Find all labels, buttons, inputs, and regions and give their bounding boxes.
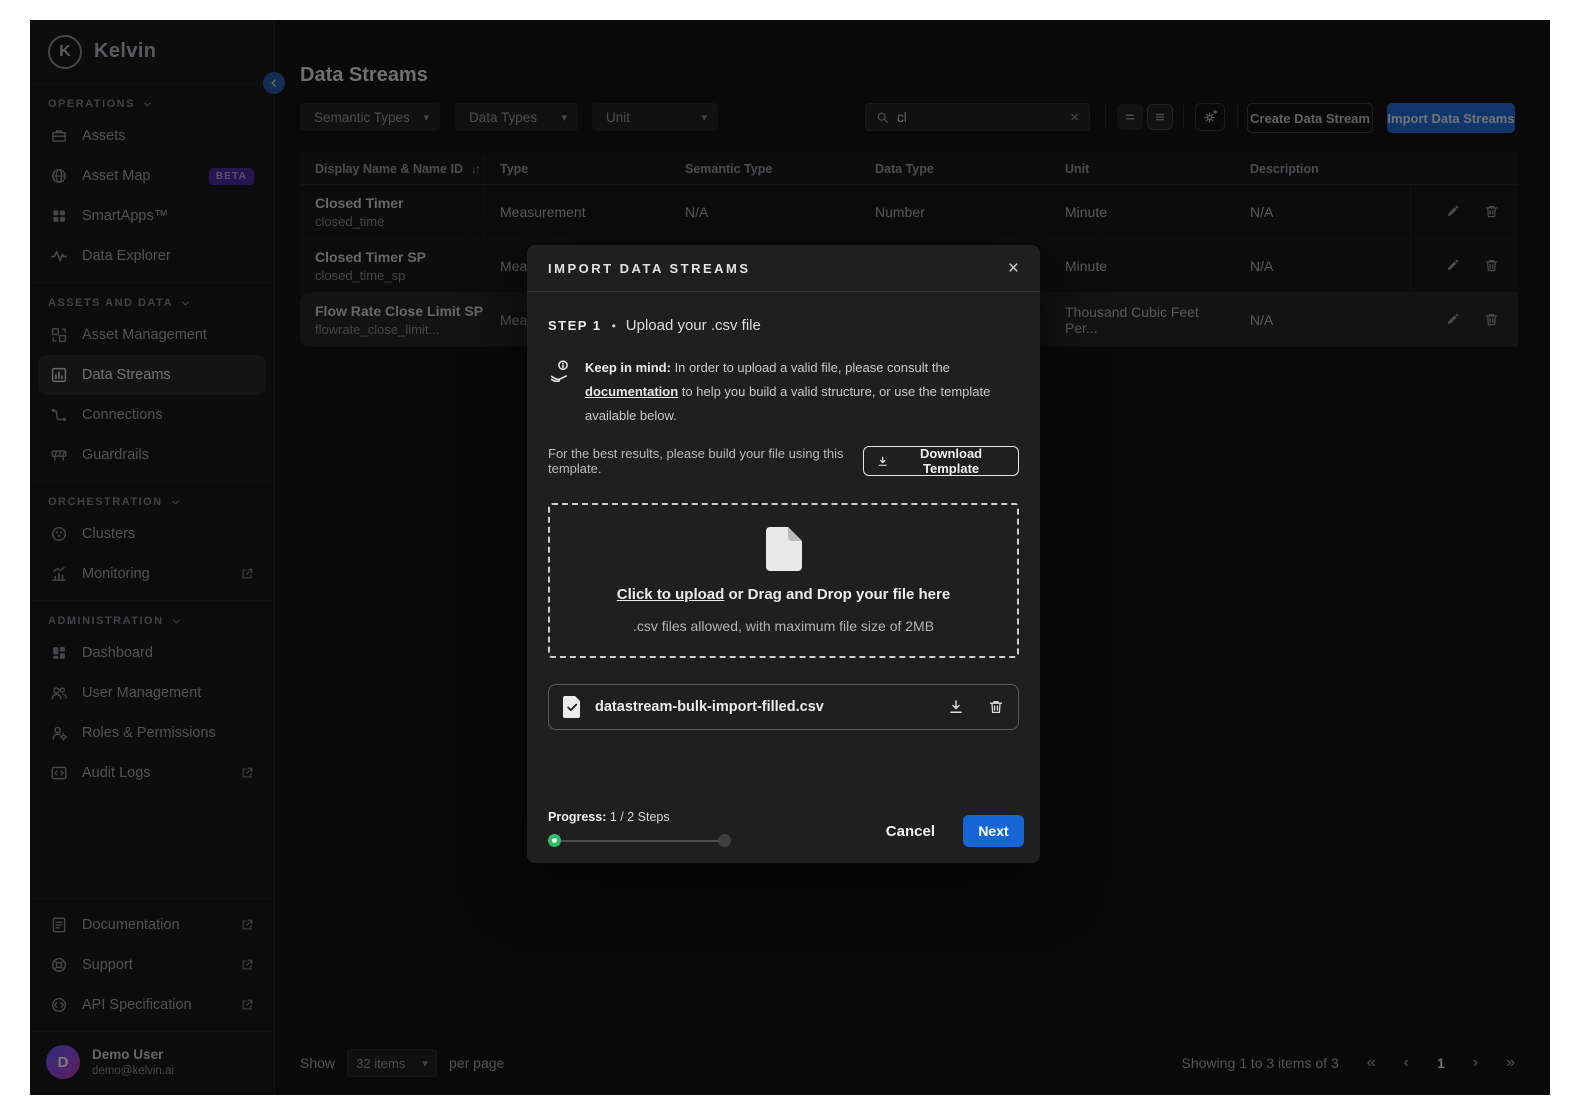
next-button[interactable]: Next	[963, 815, 1024, 847]
app-window: K Kelvin OPERATIONS Assets Asset Map BET…	[30, 20, 1550, 1095]
import-data-streams-modal: IMPORT DATA STREAMS × STEP 1 • Upload yo…	[527, 245, 1040, 863]
modal-title: IMPORT DATA STREAMS	[548, 261, 751, 276]
note-bold: Keep in mind:	[585, 360, 671, 375]
uploaded-file-name: datastream-bulk-import-filled.csv	[595, 699, 824, 715]
download-icon	[877, 455, 889, 468]
cancel-button[interactable]: Cancel	[886, 823, 935, 840]
step-indicator: STEP 1 • Upload your .csv file	[548, 292, 1019, 334]
progress-slider	[548, 834, 733, 847]
template-row: For the best results, please build your …	[548, 446, 1019, 476]
close-icon[interactable]: ×	[1008, 259, 1019, 278]
download-icon	[948, 699, 964, 715]
uploaded-file-card: datastream-bulk-import-filled.csv	[548, 684, 1019, 730]
note-text: In order to upload a valid file, please …	[671, 360, 950, 375]
modal-body: STEP 1 • Upload your .csv file Keep in m…	[527, 292, 1040, 863]
file-icon	[766, 527, 802, 571]
progress-step-next-dot	[718, 834, 731, 847]
step-text: Upload your .csv file	[626, 317, 761, 334]
progress-step-current-dot	[548, 834, 561, 847]
file-check-icon	[563, 696, 582, 718]
modal-header: IMPORT DATA STREAMS ×	[527, 245, 1040, 292]
progress-value: 1 / 2 Steps	[606, 810, 669, 824]
progress-block: Progress: 1 / 2 Steps	[548, 810, 733, 847]
template-text: For the best results, please build your …	[548, 446, 863, 476]
keep-in-mind-note: Keep in mind: In order to upload a valid…	[548, 356, 1019, 428]
step-label: STEP 1	[548, 318, 602, 333]
modal-footer: Progress: 1 / 2 Steps Cancel Next	[548, 810, 1024, 847]
download-template-button[interactable]: Download Template	[863, 446, 1019, 476]
click-to-upload-link[interactable]: Click to upload	[617, 586, 725, 603]
remove-file-button[interactable]	[988, 699, 1004, 715]
progress-track	[555, 840, 721, 842]
trash-icon	[988, 699, 1004, 715]
bullet-icon: •	[612, 319, 616, 333]
download-file-button[interactable]	[948, 699, 964, 715]
dropzone-hint: .csv files allowed, with maximum file si…	[633, 618, 934, 634]
hand-info-icon	[548, 359, 572, 383]
file-dropzone[interactable]: Click to upload or Drag and Drop your fi…	[548, 503, 1019, 658]
progress-label: Progress:	[548, 810, 606, 824]
dropzone-text: or Drag and Drop your file here	[724, 586, 950, 603]
documentation-link[interactable]: documentation	[585, 384, 678, 399]
